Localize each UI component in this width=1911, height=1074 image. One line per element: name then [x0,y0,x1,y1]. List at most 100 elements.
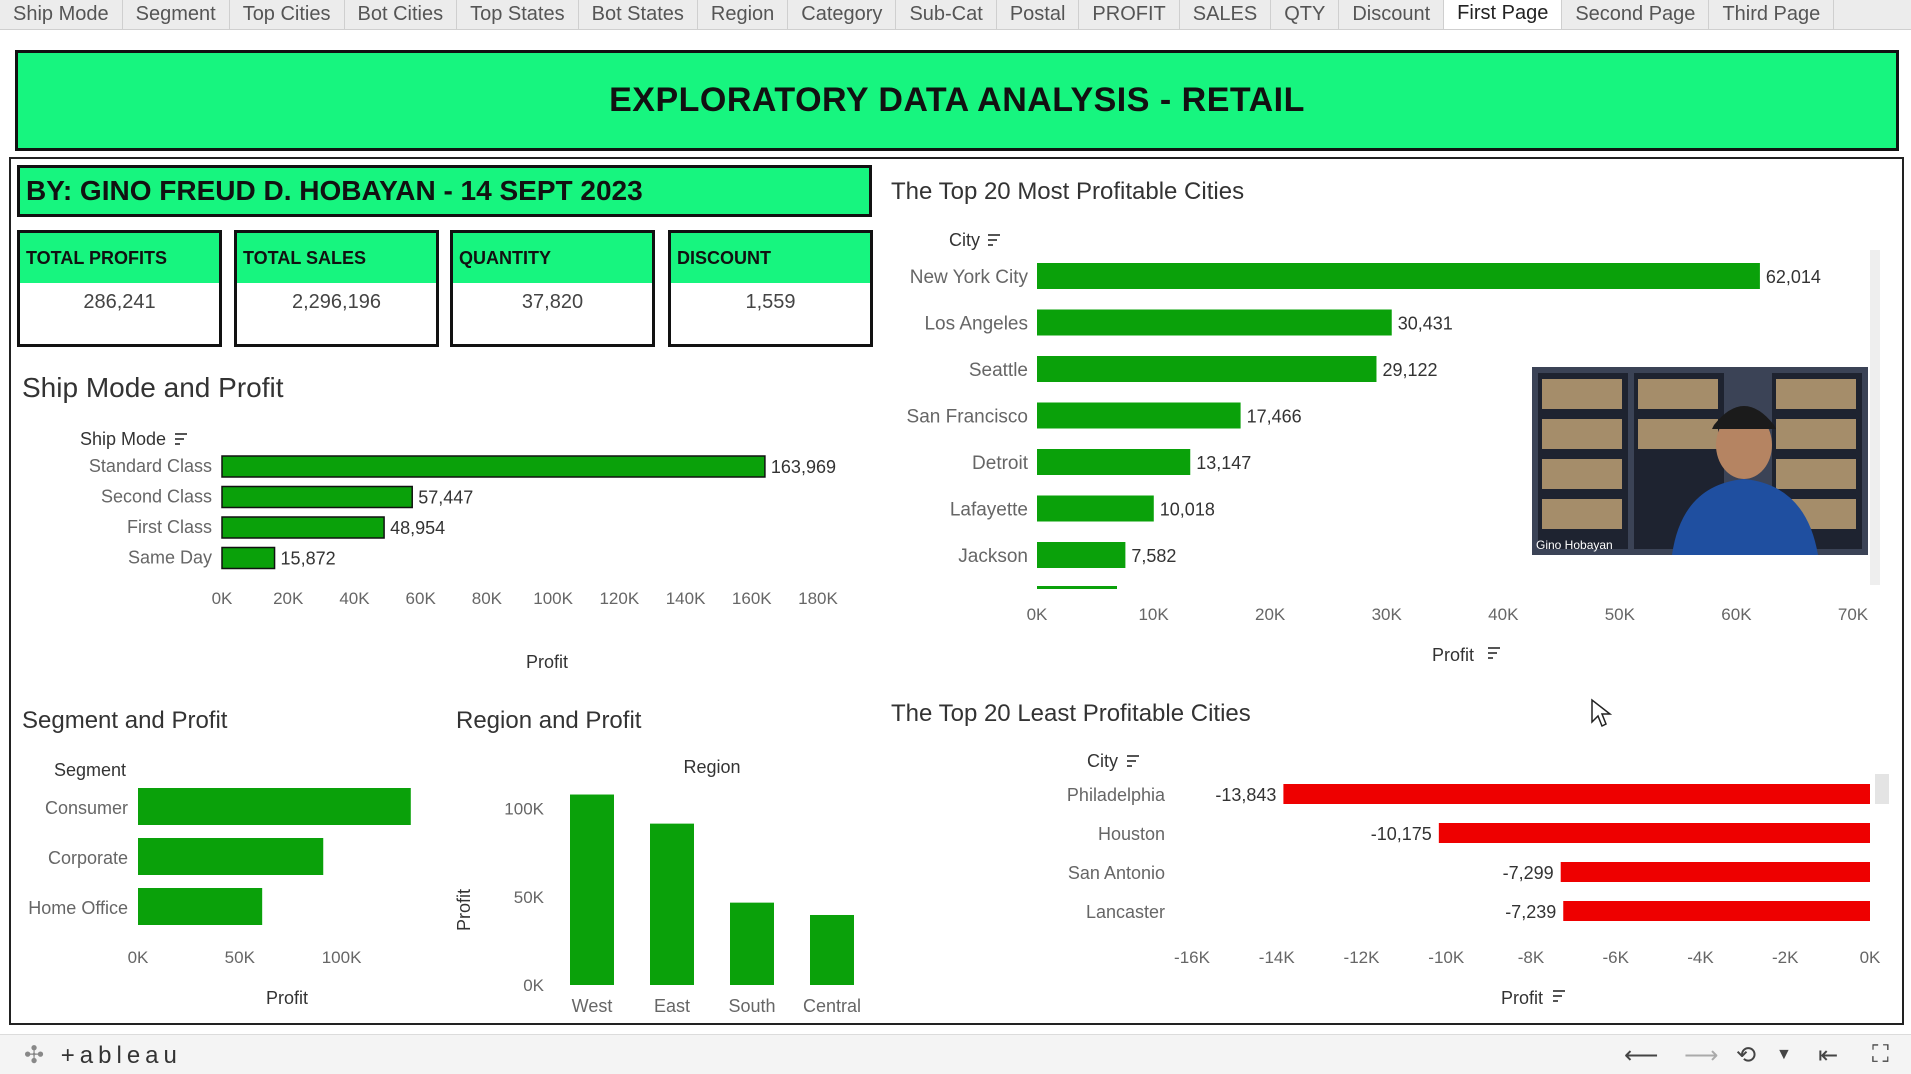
axis-tick-label: 70K [1838,605,1869,624]
ship-mode-profit-chart[interactable]: Ship Mode Standard Class 163,969 Second Cla… [0,420,880,680]
dimension-label: Region [683,757,740,777]
tab-region[interactable]: Region [698,0,789,29]
kpi-discount[interactable]: DISCOUNT 1,559 [668,230,873,347]
axis-tick-label: -10K [1428,948,1465,967]
tab-segment[interactable]: Segment [123,0,230,29]
axis-tick-label: 100K [322,948,362,967]
segment-chart-title: Segment and Profit [22,707,228,734]
bar [221,485,413,509]
bar [1560,862,1870,882]
webcam-video-overlay: Gino Hobayan [1532,367,1868,555]
bookshelf-backdrop-image [1532,367,1868,555]
data-label: 163,969 [771,457,836,477]
category-label: San Antonio [1068,863,1165,883]
category-label: Seattle [969,360,1028,381]
tab-profit[interactable]: PROFIT [1079,0,1180,29]
data-label: 30,431 [1398,314,1453,334]
region-profit-chart[interactable]: Region 0K 50K 100K Profit West East South Centra… [440,750,880,1020]
sort-icon [175,438,184,440]
axis-tick-label: 140K [666,589,706,608]
data-label: -10,175 [1371,824,1432,844]
mouse-cursor-icon [1591,698,1612,728]
tab-ship-mode[interactable]: Ship Mode [0,0,123,29]
axis-tick-label: 120K [599,589,639,608]
axis-tick-label: -14K [1259,948,1296,967]
tab-category[interactable]: Category [788,0,897,29]
tab-top-states[interactable]: Top States [457,0,579,29]
bar [138,838,324,875]
data-label: 48,954 [390,518,445,538]
kpi-value: 286,241 [83,291,156,313]
axis-title: Profit [526,652,568,672]
top-cities-chart-title: The Top 20 Most Profitable Cities [891,178,1245,205]
axis-tick-label: 20K [1255,605,1286,624]
axis-tick-label: -4K [1687,948,1714,967]
axis-tick-label: 40K [339,589,370,608]
category-label: Los Angeles [924,314,1028,335]
tab-sub-cat[interactable]: Sub-Cat [896,0,997,29]
chevron-down-icon[interactable]: ▼ [1776,1046,1792,1064]
tab-second-page[interactable]: Second Page [1562,0,1710,29]
tableau-toolbar: ✣ +ableau ⟵ ⟶ ⟲ ▼ ⇤ ⛶ [0,1034,1911,1074]
axis-tick-label: 50K [514,888,545,907]
axis-tick-label: -16K [1174,948,1211,967]
sort-icon [175,443,180,445]
axis-tick-label: 20K [273,589,304,608]
ship-mode-chart-title: Ship Mode and Profit [22,372,284,403]
tab-discount[interactable]: Discount [1339,0,1445,29]
axis-tick-label: 60K [406,589,437,608]
kpi-total-sales[interactable]: TOTAL SALES 2,296,196 [234,230,439,347]
data-label: -7,299 [1503,863,1554,883]
kpi-total-profits[interactable]: TOTAL PROFITS 286,241 [17,230,222,347]
tableau-logo: ✣ +ableau [24,1042,182,1069]
tab-top-cities[interactable]: Top Cities [230,0,345,29]
axis-tick-label: -12K [1344,948,1381,967]
category-label: Consumer [45,798,128,818]
tab-third-page[interactable]: Third Page [1709,0,1835,29]
tab-sales[interactable]: SALES [1180,0,1272,29]
undo-icon[interactable]: ⟵ [1624,1041,1658,1070]
revert-icon[interactable]: ⟲ [1736,1041,1756,1070]
reset-icon[interactable]: ⇤ [1818,1041,1838,1070]
category-label: San Francisco [907,407,1028,428]
category-label: Corporate [48,848,128,868]
axis-tick-label: 0K [128,948,149,967]
sort-icon [1553,1000,1558,1002]
sort-icon [988,239,997,241]
category-label: Jackson [958,546,1028,567]
bar [570,794,614,985]
fullscreen-icon[interactable]: ⛶ [1872,1041,1889,1069]
tab-postal[interactable]: Postal [997,0,1080,29]
axis-title: Profit [1501,988,1543,1008]
sort-icon [1488,652,1497,654]
participant-name: Gino Hobayan [1536,538,1613,552]
partial-bar [1037,586,1117,589]
data-label: -7,239 [1505,902,1556,922]
axis-tick-label: 100K [533,589,573,608]
bar [650,823,694,985]
tab-qty[interactable]: QTY [1271,0,1340,29]
axis-tick-label: 0K [1860,948,1881,967]
author-banner: BY: GINO FREUD D. HOBAYAN - 14 SEPT 2023 [17,165,872,217]
kpi-label: TOTAL SALES [237,233,436,283]
tab-bot-states[interactable]: Bot States [579,0,698,29]
dimension-label: Ship Mode [80,429,166,449]
redo-icon[interactable]: ⟶ [1684,1041,1718,1070]
axis-tick-label: 10K [1138,605,1169,624]
category-label: Philadelphia [1067,785,1166,805]
data-label: 7,582 [1131,546,1176,566]
axis-tick-label: 160K [732,589,772,608]
tab-bot-cities[interactable]: Bot Cities [345,0,458,29]
segment-profit-chart[interactable]: Segment Consumer Corporate Home Office 0K 50K… [0,750,440,1020]
bar [221,546,276,570]
axis-tick-label: 80K [472,589,503,608]
sort-icon [1553,995,1562,997]
category-label: Same Day [128,548,212,568]
tab-first-page[interactable]: First Page [1444,0,1563,29]
kpi-quantity[interactable]: QUANTITY 37,820 [450,230,655,347]
axis-tick-label: 40K [1488,605,1519,624]
least-cities-profit-chart[interactable]: City Philadelphia -13,843 Houston -10,175 San… [880,740,1900,1020]
axis-tick-label: -6K [1603,948,1630,967]
category-label: Detroit [972,453,1029,474]
bar [138,888,263,925]
